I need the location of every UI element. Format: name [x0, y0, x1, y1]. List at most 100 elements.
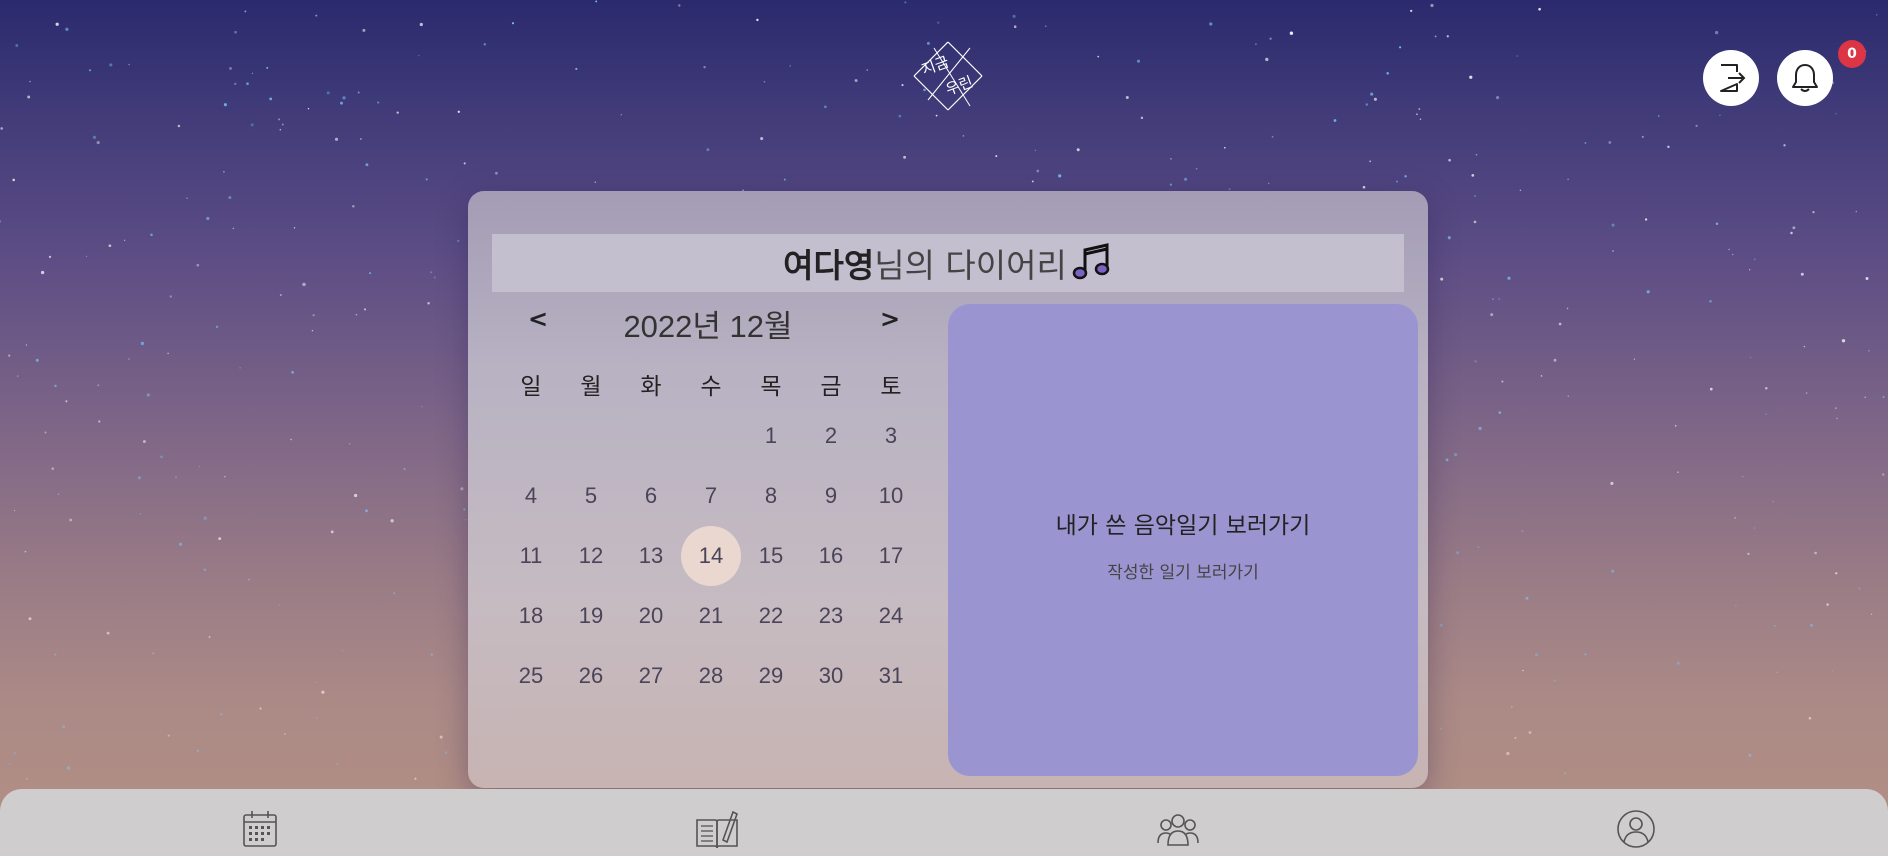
- star: [1567, 178, 1569, 181]
- star: [353, 493, 358, 498]
- star: [396, 111, 399, 114]
- calendar-day[interactable]: 1: [741, 406, 801, 466]
- star: [433, 276, 436, 279]
- logout-button[interactable]: [1703, 50, 1759, 106]
- calendar-day[interactable]: 3: [861, 406, 921, 466]
- star: [65, 27, 69, 31]
- star: [620, 113, 623, 116]
- star: [1045, 25, 1047, 28]
- calendar-day[interactable]: 29: [741, 646, 801, 706]
- star: [962, 135, 965, 137]
- star: [259, 707, 262, 710]
- star: [13, 509, 16, 512]
- nav-profile[interactable]: [1614, 807, 1658, 851]
- star: [1558, 322, 1562, 326]
- calendar-day[interactable]: 24: [861, 586, 921, 646]
- music-diary-panel[interactable]: 내가 쓴 음악일기 보러가기 작성한 일기 보러가기: [948, 304, 1418, 776]
- star: [1800, 272, 1804, 276]
- star: [1584, 141, 1587, 144]
- star: [0, 220, 2, 223]
- star: [1612, 250, 1614, 252]
- star: [177, 124, 181, 128]
- diary-title: 여다영 님의 다이어리: [492, 234, 1404, 292]
- star: [430, 271, 433, 274]
- notification-button[interactable]: [1777, 50, 1833, 106]
- calendar-day[interactable]: 13: [621, 526, 681, 586]
- star: [1396, 180, 1398, 183]
- star: [1765, 387, 1768, 390]
- star: [228, 196, 232, 200]
- star: [342, 96, 346, 100]
- next-month-button[interactable]: >: [880, 305, 900, 333]
- star: [85, 255, 88, 258]
- calendar-day[interactable]: 12: [561, 526, 621, 586]
- star: [27, 95, 31, 99]
- star: [1805, 392, 1808, 394]
- calendar-days-grid: 1 2 3 4 5 6 7 8 9 10 11 12 13 14 15 16 17 18 19 20 21 22 23 24 2…: [501, 406, 921, 706]
- calendar-day[interactable]: 16: [801, 526, 861, 586]
- nav-friends[interactable]: [1156, 807, 1200, 851]
- star: [1611, 223, 1615, 227]
- star: [1858, 587, 1861, 590]
- nav-diary-write[interactable]: [695, 807, 739, 851]
- calendar-day[interactable]: 8: [741, 466, 801, 526]
- star: [1386, 71, 1390, 75]
- calendar-day[interactable]: 18: [501, 586, 561, 646]
- star: [1034, 149, 1037, 152]
- calendar-day[interactable]: 17: [861, 526, 921, 586]
- star: [403, 467, 406, 471]
- star: [109, 63, 113, 67]
- calendar-day[interactable]: 22: [741, 586, 801, 646]
- star: [1125, 96, 1129, 99]
- calendar-day[interactable]: 19: [561, 586, 621, 646]
- calendar-day[interactable]: 4: [501, 466, 561, 526]
- star: [251, 72, 254, 74]
- calendar-day[interactable]: 26: [561, 646, 621, 706]
- star: [1265, 57, 1269, 62]
- star: [1169, 183, 1173, 186]
- star: [1772, 501, 1774, 503]
- calendar-day[interactable]: 9: [801, 466, 861, 526]
- calendar-day[interactable]: 7: [681, 466, 741, 526]
- calendar-day-today[interactable]: 14: [681, 526, 741, 586]
- star: [1365, 103, 1369, 106]
- calendar-day[interactable]: 20: [621, 586, 681, 646]
- star: [1136, 59, 1141, 63]
- calendar-day[interactable]: 21: [681, 586, 741, 646]
- star: [1865, 277, 1869, 280]
- calendar-day[interactable]: 28: [681, 646, 741, 706]
- calendar-day[interactable]: 6: [621, 466, 681, 526]
- calendar-day[interactable]: 25: [501, 646, 561, 706]
- star: [1506, 751, 1510, 756]
- star: [1633, 358, 1636, 360]
- calendar-day[interactable]: 31: [861, 646, 921, 706]
- calendar-day[interactable]: 10: [861, 466, 921, 526]
- star: [824, 105, 827, 109]
- star: [1667, 145, 1670, 149]
- prev-month-button[interactable]: <: [528, 305, 548, 333]
- app-logo[interactable]: 지금 우린: [912, 40, 984, 112]
- star: [278, 604, 281, 606]
- calendar-day[interactable]: 5: [561, 466, 621, 526]
- star: [901, 84, 904, 87]
- calendar-day[interactable]: 23: [801, 586, 861, 646]
- star: [234, 82, 237, 86]
- calendar-day[interactable]: 30: [801, 646, 861, 706]
- star: [1553, 679, 1556, 682]
- star: [330, 530, 334, 534]
- star: [266, 66, 269, 69]
- calendar-day[interactable]: 2: [801, 406, 861, 466]
- star: [352, 204, 355, 208]
- star: [937, 21, 940, 24]
- star: [8, 354, 11, 357]
- calendar-day[interactable]: 15: [741, 526, 801, 586]
- nav-calendar[interactable]: [238, 807, 282, 851]
- star: [232, 227, 235, 230]
- star: [44, 431, 47, 434]
- star: [203, 568, 207, 572]
- star: [1674, 424, 1677, 427]
- star: [279, 128, 282, 131]
- calendar-day[interactable]: 27: [621, 646, 681, 706]
- calendar-day[interactable]: 11: [501, 526, 561, 586]
- star: [1715, 222, 1719, 225]
